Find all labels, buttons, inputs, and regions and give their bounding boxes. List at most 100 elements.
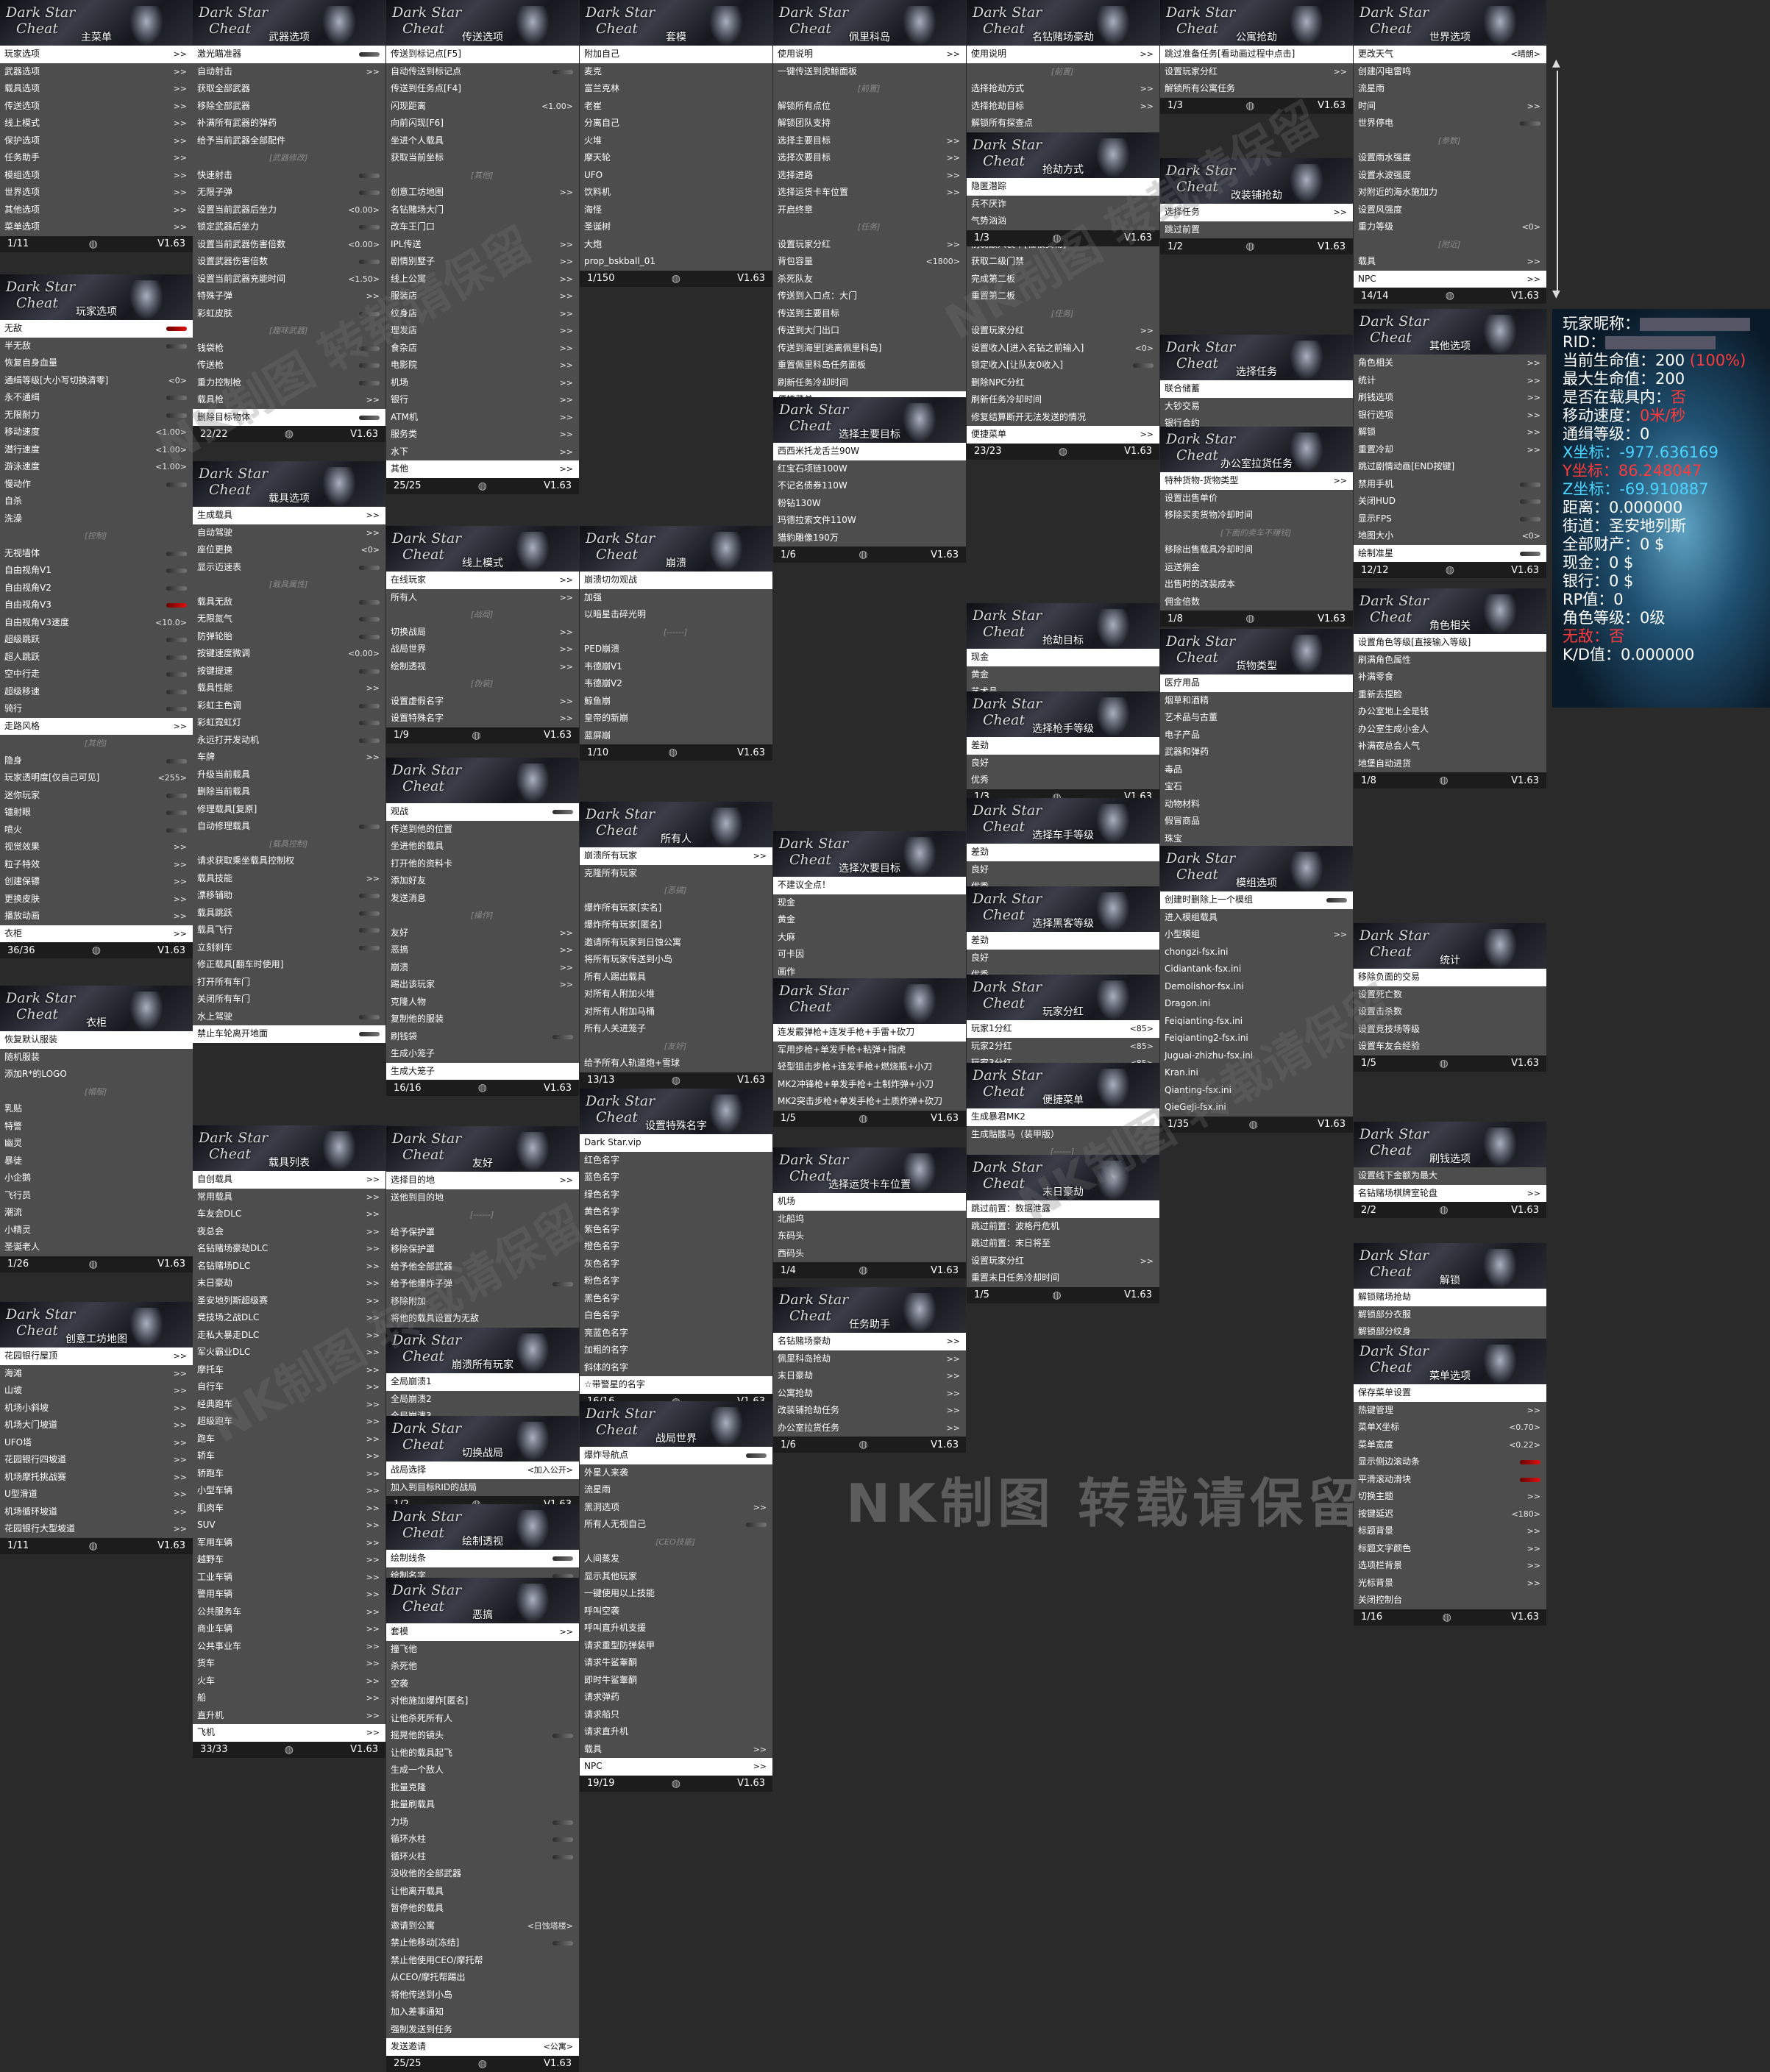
menu-item[interactable]: 超人跳跃 [0, 649, 193, 666]
menu-item[interactable]: 传送到任务点[F4] [386, 80, 579, 98]
menu-item[interactable]: 显示迈速表 [193, 559, 385, 577]
menu-item[interactable]: 克隆人物 [386, 994, 579, 1011]
menu-item[interactable]: 大钞交易 [1160, 398, 1353, 416]
menu-item[interactable]: 按键速度微调 <0.00> [193, 645, 385, 663]
menu-item[interactable]: 解锁所有公寓任务 [1160, 80, 1353, 98]
menu-item[interactable]: 在线玩家 >> [386, 572, 579, 589]
toggle-switch-icon[interactable] [166, 413, 187, 418]
toggle-switch-icon[interactable] [552, 1034, 573, 1039]
toggle-switch-icon[interactable] [166, 689, 187, 694]
menu-item[interactable]: 隐身 [0, 752, 193, 770]
toggle-switch-icon[interactable] [359, 617, 380, 622]
toggle-switch-icon[interactable] [359, 911, 380, 916]
toggle-switch-icon[interactable] [1520, 499, 1540, 504]
menu-item[interactable]: 服装店 >> [386, 288, 579, 305]
menu-item[interactable]: 大麻 [773, 929, 966, 947]
menu-item[interactable]: 东码头 [773, 1228, 966, 1245]
menu-item[interactable]: 黄色名字 [580, 1203, 772, 1221]
menu-item[interactable]: 半无敌 [0, 338, 193, 355]
menu-item[interactable]: 通缉等级[大小写切换清零] <0> [0, 372, 193, 390]
menu-item[interactable]: 崩溃 >> [386, 959, 579, 977]
menu-item[interactable]: SUV >> [193, 1517, 385, 1534]
menu-item[interactable]: 将他的载具设置为无敌 [386, 1310, 579, 1328]
menu-item[interactable]: 恢复默认服装 [0, 1031, 193, 1049]
menu-item[interactable]: 圣安地列斯超级赛 >> [193, 1292, 385, 1310]
menu-item[interactable]: 无限子弹 [193, 184, 385, 202]
menu-item[interactable]: NPC >> [1354, 270, 1546, 288]
menu-item[interactable]: 山坡 >> [0, 1382, 193, 1400]
menu-item[interactable]: 重置佩里科岛任务面板 [773, 357, 966, 374]
menu-item[interactable]: 切换战局 >> [386, 624, 579, 641]
menu-item[interactable]: 运送佣金 [1160, 559, 1353, 577]
menu-item[interactable]: 刷钱选项 >> [1354, 389, 1546, 407]
menu-item[interactable]: 外星人来袭 [580, 1464, 772, 1482]
toggle-switch-icon[interactable] [552, 1734, 573, 1738]
toggle-switch-icon[interactable] [166, 396, 187, 400]
toggle-switch-icon[interactable] [1520, 1460, 1540, 1464]
menu-item[interactable]: 小企鹅 [0, 1169, 193, 1187]
menu-item[interactable]: 自由视角V3速度 <10.0> [0, 614, 193, 632]
toggle-switch-icon[interactable] [359, 894, 380, 898]
menu-item[interactable]: 军用步枪+单发手枪+粘弹+指虎 [773, 1042, 966, 1059]
menu-item[interactable]: 设置武器伤害倍数 [193, 253, 385, 271]
menu-item[interactable]: 加强 [580, 589, 772, 607]
menu-item[interactable]: 设置特殊名字 >> [386, 710, 579, 727]
menu-item[interactable]: 军火霸业DLC >> [193, 1344, 385, 1361]
toggle-switch-icon[interactable] [359, 599, 380, 605]
menu-item[interactable]: 解锁部分纹身 [1354, 1323, 1546, 1341]
menu-item[interactable]: 批量克隆 [386, 1779, 579, 1797]
toggle-switch-icon[interactable] [359, 260, 380, 264]
menu-item[interactable]: 创建闪电雷鸣 [1354, 63, 1546, 81]
menu-item[interactable]: 更换皮肤 >> [0, 891, 193, 908]
menu-item[interactable]: 人间蒸发 [580, 1551, 772, 1568]
menu-item[interactable]: 禁止车轮离开地面 [193, 1025, 385, 1043]
menu-item[interactable]: 商业车辆 >> [193, 1620, 385, 1638]
toggle-switch-icon[interactable] [359, 945, 380, 950]
menu-item[interactable]: 删除NPC分红 [967, 374, 1159, 392]
menu-item[interactable]: 创意工坊地图 >> [386, 184, 579, 202]
scroll-up-icon[interactable]: ▲ [1552, 57, 1560, 69]
menu-item[interactable]: 克隆所有玩家 [580, 865, 772, 883]
menu-item[interactable]: 良好 [967, 861, 1159, 879]
menu-item[interactable]: U型滑道 >> [0, 1486, 193, 1503]
menu-item[interactable]: 特种货物-货物类型 >> [1160, 472, 1353, 490]
menu-item[interactable]: 宝石 [1160, 778, 1353, 796]
menu-item[interactable]: 火车 >> [193, 1673, 385, 1690]
toggle-switch-icon[interactable] [166, 638, 187, 642]
menu-item[interactable]: 闪现距离 <1.00> [386, 98, 579, 115]
menu-item[interactable]: 载具技能 >> [193, 870, 385, 888]
menu-item[interactable]: 电子产品 [1160, 727, 1353, 744]
menu-item[interactable]: 加入到目标RID的战局 [386, 1479, 579, 1497]
menu-item[interactable]: 载具跳跃 [193, 905, 385, 922]
menu-item[interactable]: 韦德崩V2 [580, 675, 772, 693]
menu-item[interactable]: 西码头 [773, 1245, 966, 1263]
menu-item[interactable]: 选择目的地 >> [386, 1172, 579, 1189]
menu-item[interactable]: 传送到主要目标 [773, 305, 966, 323]
toggle-switch-icon[interactable] [1520, 482, 1540, 487]
menu-item[interactable]: 跳过前置 [1160, 221, 1353, 239]
menu-item[interactable]: 移除保护罩 [386, 1241, 579, 1258]
menu-item[interactable]: 让他的载具起飞 [386, 1745, 579, 1762]
menu-item[interactable]: PED崩溃 [580, 641, 772, 658]
menu-item[interactable]: 所有人踢出载具 [580, 969, 772, 986]
menu-item[interactable]: 坐进他的载具 [386, 838, 579, 855]
menu-item[interactable]: 差劲 [967, 737, 1159, 755]
menu-item[interactable]: 标题背景 >> [1354, 1523, 1546, 1540]
menu-item[interactable]: 显示FPS [1354, 510, 1546, 528]
menu-item[interactable]: 设置角色等级[直接输入等级] [1354, 634, 1546, 652]
menu-item[interactable]: 创建时删除上一个模组 [1160, 891, 1353, 909]
menu-item[interactable]: 添加好友 [386, 872, 579, 890]
menu-item[interactable]: Qianting-fsx.ini [1160, 1082, 1353, 1100]
toggle-switch-icon[interactable] [552, 1854, 573, 1859]
menu-item[interactable]: 解锁所有点位 [773, 98, 966, 115]
toggle-switch-icon[interactable] [359, 565, 380, 570]
menu-item[interactable]: 按键提速 [193, 663, 385, 680]
toggle-switch-icon[interactable] [359, 191, 380, 195]
toggle-switch-icon[interactable] [166, 827, 187, 833]
toggle-switch-icon[interactable] [552, 810, 573, 814]
menu-item[interactable]: 机场小斜坡 >> [0, 1400, 193, 1417]
menu-item[interactable]: 钱袋枪 [193, 340, 385, 357]
menu-item[interactable]: Cidiantank-fsx.ini [1160, 961, 1353, 978]
menu-item[interactable]: 走私大暴走DLC >> [193, 1327, 385, 1345]
menu-item[interactable]: 附加自己 [580, 46, 772, 63]
